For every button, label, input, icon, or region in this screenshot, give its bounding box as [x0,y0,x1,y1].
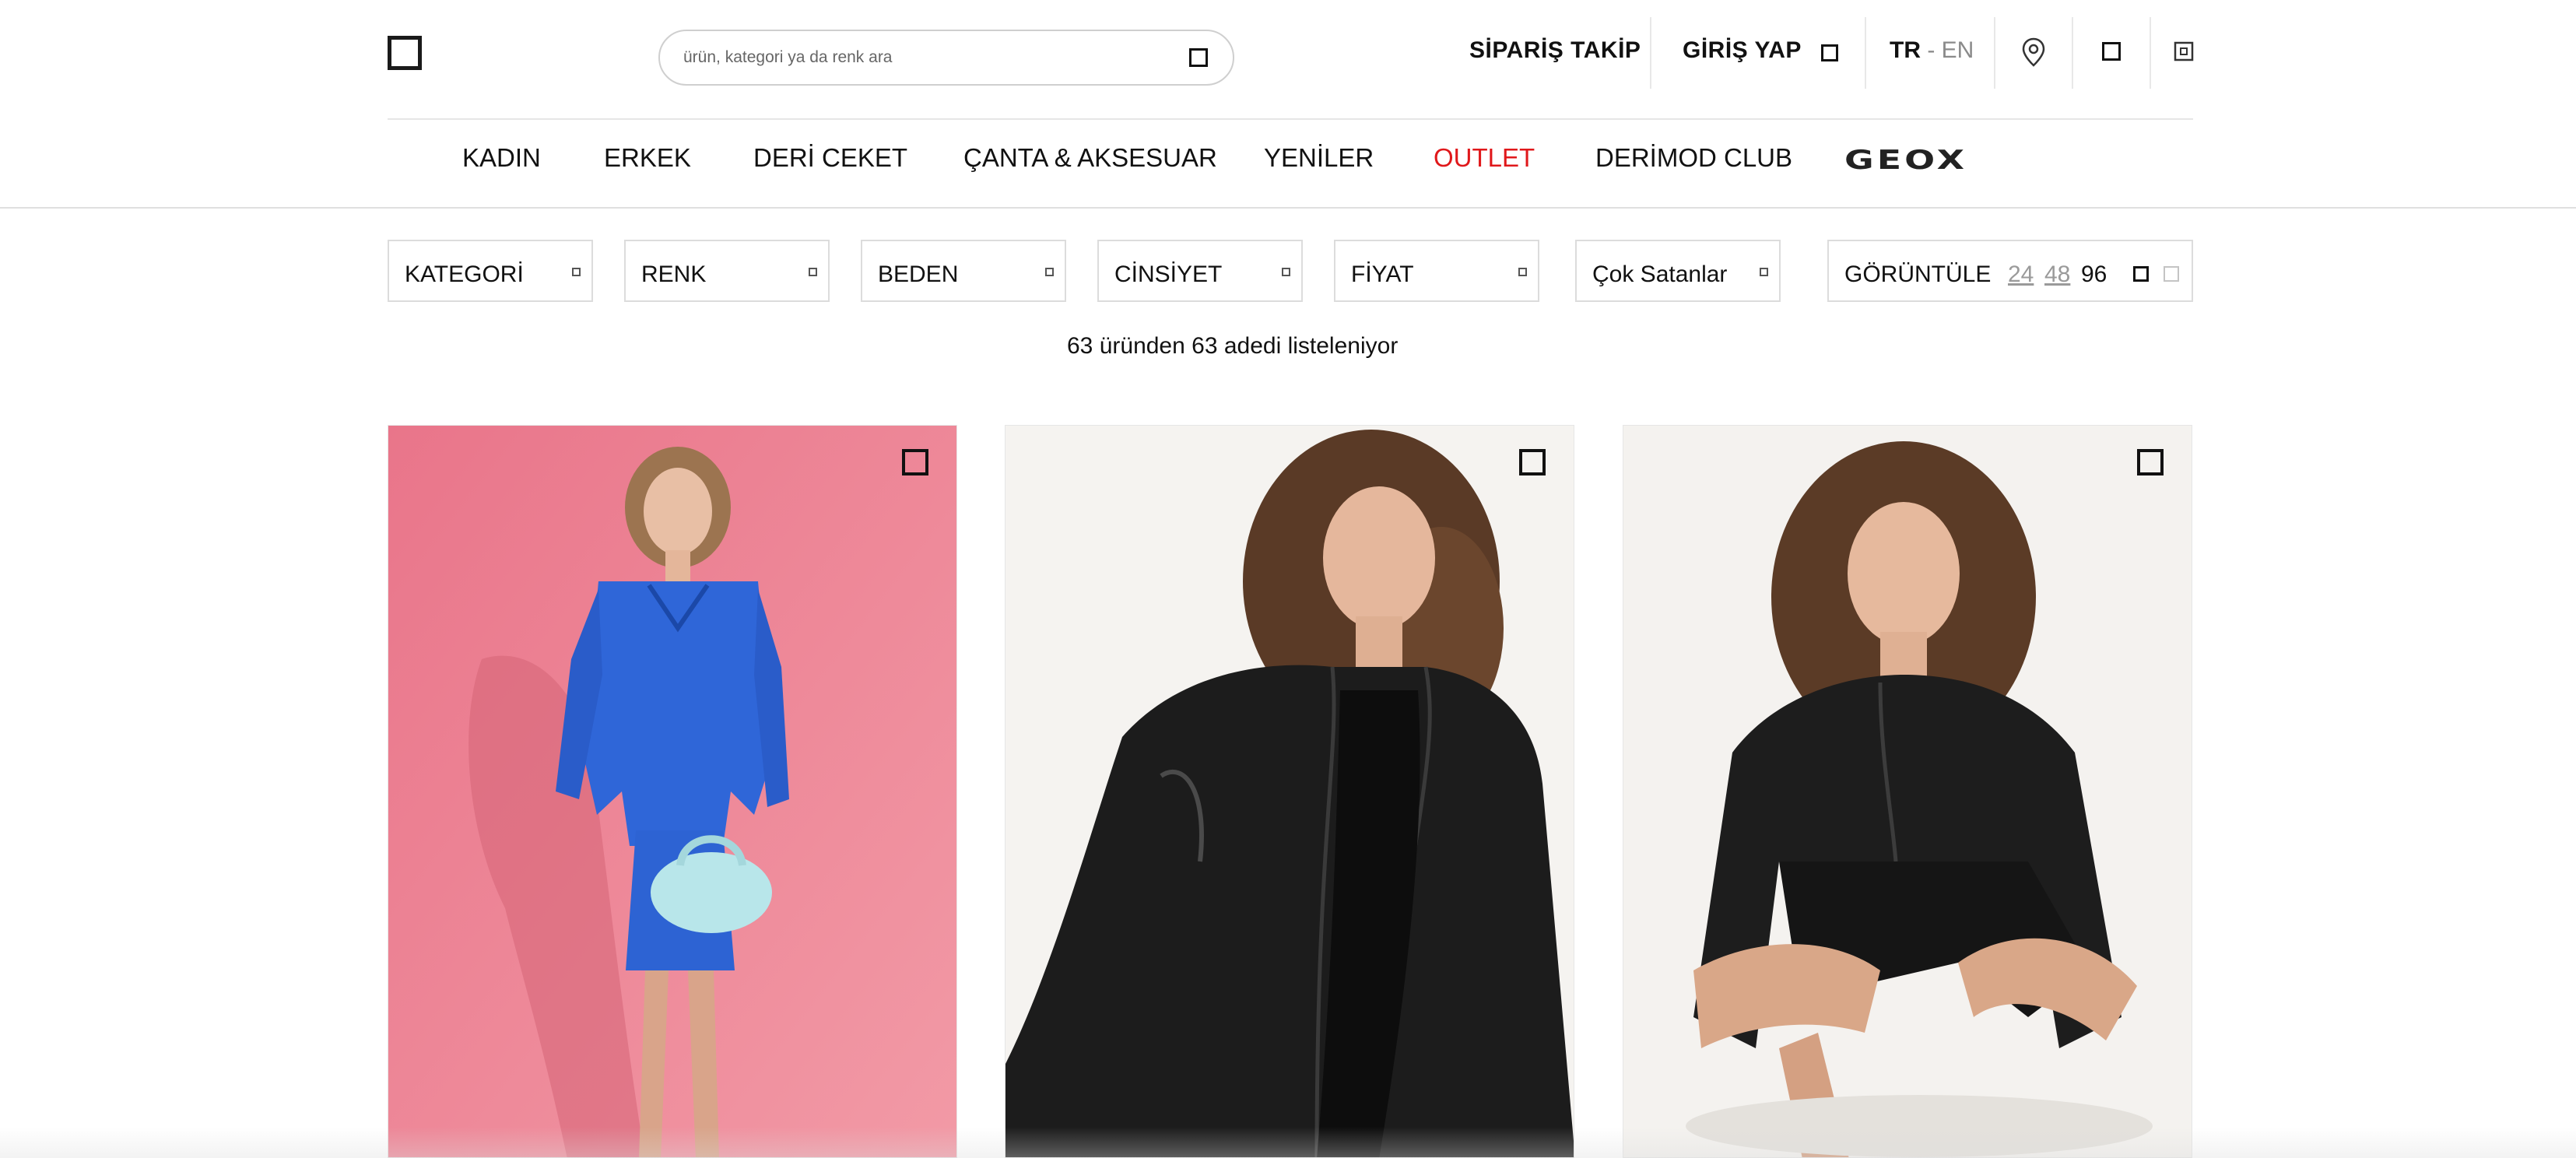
view-option-96[interactable]: 96 [2081,261,2107,288]
language-switcher[interactable]: TR - EN [1890,37,1974,64]
nav-item-deri-ceket[interactable]: DERİ CEKET [753,143,907,173]
filter-beden[interactable]: BEDEN [861,240,1066,302]
view-options: GÖRÜNTÜLE 24 48 96 [1827,240,2193,302]
favorite-icon[interactable] [902,449,928,475]
chevron-down-icon [572,268,581,276]
language-en[interactable]: EN [1942,37,1974,63]
search-input[interactable] [683,31,1166,84]
product-card[interactable] [1005,425,1574,1158]
nav-item-outlet[interactable]: OUTLET [1434,143,1535,173]
search-icon[interactable] [1189,48,1208,67]
header-divider [388,118,2193,120]
list-view-icon[interactable] [2164,266,2179,282]
sort-selected-label: Çok Satanlar [1592,261,1728,287]
filter-label: KATEGORİ [405,261,524,287]
nav-divider [0,207,2576,209]
divider [1650,17,1651,89]
cart-icon[interactable] [2173,40,2195,62]
product-image[interactable] [388,426,957,1158]
divider [2150,17,2151,89]
language-separator: - [1921,37,1942,63]
search-bar[interactable] [658,30,1234,86]
favorite-icon[interactable] [2137,449,2164,475]
geox-brand-logo[interactable]: GEOX [1844,145,1967,176]
location-pin-icon[interactable] [2020,37,2047,68]
divider [2072,17,2073,89]
product-image[interactable] [1623,426,2192,1158]
nav-item-derimod-club[interactable]: DERİMOD CLUB [1595,143,1792,173]
chevron-down-icon [1045,268,1054,276]
filter-fiyat[interactable]: FİYAT [1334,240,1539,302]
chevron-down-icon [1518,268,1527,276]
filter-kategori[interactable]: KATEGORİ [388,240,593,302]
user-icon[interactable] [1821,44,1838,61]
filter-label: CİNSİYET [1114,261,1223,287]
filter-cinsiyet[interactable]: CİNSİYET [1097,240,1303,302]
chevron-down-icon [1282,268,1290,276]
nav-item-yeniler[interactable]: YENİLER [1264,143,1374,173]
filter-label: FİYAT [1351,261,1414,287]
divider [1865,17,1866,89]
favorite-icon[interactable] [1519,449,1546,475]
product-card[interactable] [388,425,957,1158]
sort-select[interactable]: Çok Satanlar [1575,240,1781,302]
order-tracking-link[interactable]: SİPARİŞ TAKİP [1469,37,1641,64]
divider [1994,17,1995,89]
filter-label: BEDEN [878,261,959,287]
favorites-icon[interactable] [2102,42,2121,61]
nav-item-kadin[interactable]: KADIN [462,143,541,173]
login-link[interactable]: GİRİŞ YAP [1683,37,1802,64]
results-count: 63 üründen 63 adedi listeleniyor [1067,333,1399,359]
view-option-24[interactable]: 24 [2008,261,2034,288]
chevron-down-icon [1760,268,1768,276]
filter-label: RENK [641,261,707,287]
language-tr[interactable]: TR [1890,37,1921,63]
product-image[interactable] [1005,426,1574,1158]
nav-item-canta-aksesuar[interactable]: ÇANTA & AKSESUAR [963,143,1217,173]
logo-icon[interactable] [388,36,422,70]
product-card[interactable] [1623,425,2192,1158]
chevron-down-icon [809,268,817,276]
view-option-48[interactable]: 48 [2044,261,2070,288]
filter-renk[interactable]: RENK [624,240,830,302]
grid-view-icon[interactable] [2133,266,2149,282]
nav-item-erkek[interactable]: ERKEK [604,143,691,173]
view-label: GÖRÜNTÜLE [1844,261,1992,287]
